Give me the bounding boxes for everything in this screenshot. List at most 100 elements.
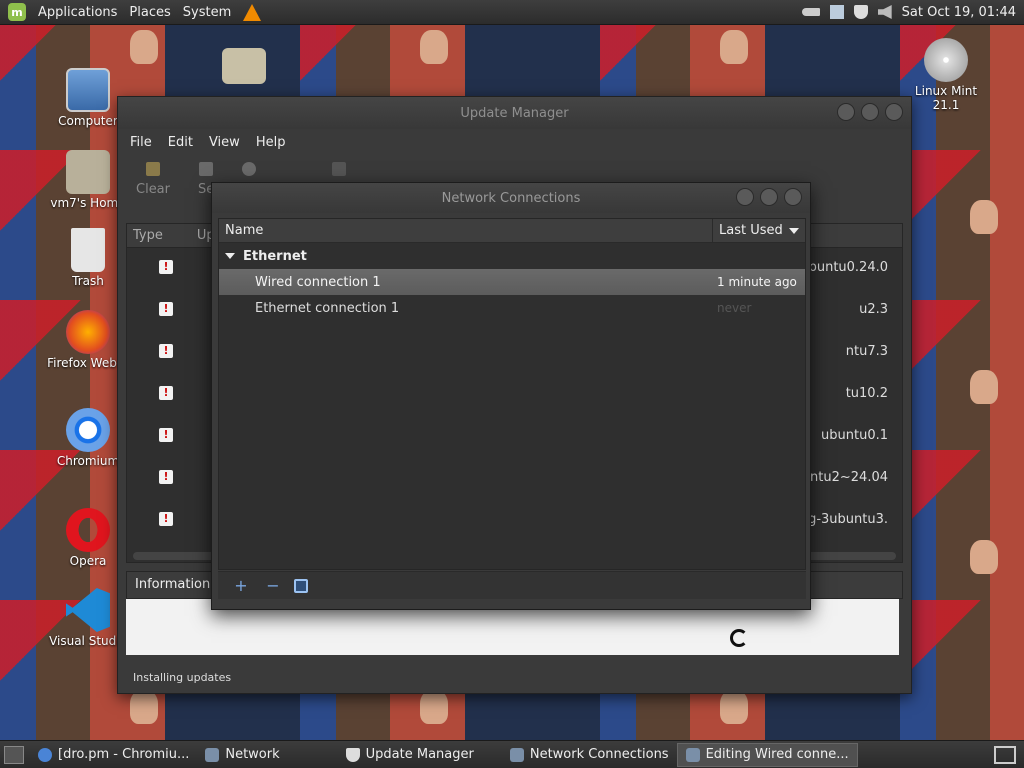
version-cell: ntu7.3 (845, 344, 888, 359)
version-cell: ntu2~24.04 (810, 470, 888, 485)
refresh-icon (242, 162, 257, 176)
workspace-switcher[interactable] (994, 745, 1016, 764)
key-icon[interactable] (801, 8, 820, 16)
opera-icon (66, 508, 110, 552)
connection-row-ethernet-1[interactable]: Ethernet connection 1 never (219, 295, 805, 321)
wallpaper-face (970, 540, 998, 574)
desktop-icon-label: Chromium (56, 454, 120, 468)
vscode-icon (66, 588, 110, 632)
desktop-icon-folder[interactable] (202, 48, 286, 86)
network-icon (685, 747, 700, 762)
version-cell: g-3ubuntu3. (808, 512, 888, 527)
menu-help[interactable]: Help (248, 133, 294, 152)
status-text: Installing updates (133, 671, 232, 684)
trash-icon (71, 228, 105, 272)
column-type[interactable]: Type (127, 228, 169, 243)
task-label: [dro.pm - Chromiu... (58, 747, 190, 762)
task-update-manager[interactable]: Update Manager (338, 743, 482, 767)
connections-header: Name Last Used (219, 219, 805, 243)
minimize-button[interactable] (837, 103, 855, 121)
applications-menu[interactable]: Applications (32, 5, 123, 20)
system-menu[interactable]: System (177, 5, 237, 20)
vlc-icon[interactable] (243, 3, 262, 21)
version-cell: ubuntu0.24.0 (800, 260, 888, 275)
remove-connection-button[interactable]: − (262, 576, 284, 596)
security-warning-icon: ! (159, 512, 173, 526)
menu-view[interactable]: View (201, 133, 248, 152)
connection-row-wired-1[interactable]: Wired connection 1 1 minute ago (219, 269, 805, 295)
update-manager-titlebar[interactable]: Update Manager (118, 97, 911, 129)
version-cell: tu10.2 (845, 386, 888, 401)
disc-icon (924, 38, 968, 82)
chromium-icon (66, 408, 110, 452)
top-panel: m Applications Places System Sat Oct 19,… (0, 0, 1024, 25)
network-icon[interactable] (829, 5, 844, 19)
task-label: Update Manager (365, 747, 474, 762)
shield-icon[interactable] (853, 5, 868, 19)
security-warning-icon: ! (159, 302, 173, 316)
connections-list: Name Last Used Ethernet Wired connection… (218, 218, 806, 570)
wallpaper-face (130, 690, 158, 724)
wallpaper-face (130, 30, 158, 64)
column-name[interactable]: Name (219, 219, 713, 242)
chromium-icon (38, 747, 52, 762)
download-icon (332, 162, 347, 176)
desktop-icon-disc[interactable]: Linux Mint 21.1 (904, 38, 988, 112)
menu-file[interactable]: File (122, 133, 160, 152)
add-connection-button[interactable]: + (230, 576, 252, 596)
desktop-icon-label: Trash (72, 274, 104, 288)
security-warning-icon: ! (159, 470, 173, 484)
firefox-icon (66, 310, 110, 354)
desktop-icon-label: Visual Studio (49, 634, 127, 648)
clock[interactable]: Sat Oct 19, 01:44 (902, 5, 1016, 20)
security-warning-icon: ! (159, 344, 173, 358)
maximize-button[interactable] (861, 103, 879, 121)
task-network-connections[interactable]: Network Connections (502, 743, 677, 767)
computer-icon (66, 68, 110, 112)
network-connections-titlebar[interactable]: Network Connections (212, 183, 810, 213)
group-ethernet[interactable]: Ethernet (219, 243, 805, 269)
task-editing-wired[interactable]: Editing Wired conne... (676, 742, 858, 767)
home-folder-icon (66, 150, 110, 194)
desktop-icon-label: Computer (58, 114, 118, 128)
wallpaper-face (720, 690, 748, 724)
taskbar: [dro.pm - Chromiu... Network Update Mana… (0, 740, 1024, 768)
column-last-used[interactable]: Last Used (713, 223, 805, 238)
document-icon (199, 162, 214, 176)
network-icon (509, 747, 524, 762)
busy-spinner-icon (730, 629, 748, 647)
clear-button[interactable]: Clear (136, 162, 170, 200)
connection-last-used: never (717, 301, 752, 315)
task-network[interactable]: Network (197, 743, 287, 767)
show-desktop-button[interactable] (4, 745, 24, 764)
version-cell: ubuntu0.1 (821, 428, 888, 443)
close-button[interactable] (784, 188, 802, 206)
expander-icon[interactable] (225, 253, 235, 259)
maximize-button[interactable] (760, 188, 778, 206)
task-label: Network Connections (529, 747, 669, 762)
places-menu[interactable]: Places (123, 5, 176, 20)
connection-last-used: 1 minute ago (717, 275, 797, 289)
wallpaper-face (420, 690, 448, 724)
task-label: Network (225, 747, 280, 762)
column-last-used-label: Last Used (719, 223, 783, 238)
security-warning-icon: ! (159, 386, 173, 400)
information-tab-label: Information (135, 577, 211, 592)
connection-name: Ethernet connection 1 (255, 300, 400, 316)
task-chromium[interactable]: [dro.pm - Chromiu... (30, 743, 197, 767)
settings-gear-icon[interactable] (294, 578, 308, 593)
task-label: Editing Wired conne... (705, 747, 849, 762)
mint-logo-icon[interactable]: m (8, 3, 26, 21)
connection-name: Wired connection 1 (255, 274, 381, 290)
volume-icon[interactable] (877, 5, 892, 19)
window-title: Network Connections (441, 190, 581, 206)
close-button[interactable] (885, 103, 903, 121)
wallpaper-face (970, 370, 998, 404)
connections-toolbar: + − (218, 571, 806, 599)
menu-edit[interactable]: Edit (160, 133, 201, 152)
minimize-button[interactable] (736, 188, 754, 206)
network-connections-window: Network Connections Name Last Used Ether… (211, 182, 811, 610)
wallpaper-face (720, 30, 748, 64)
system-tray: Sat Oct 19, 01:44 (801, 5, 1024, 20)
menubar: File Edit View Help (118, 129, 911, 156)
